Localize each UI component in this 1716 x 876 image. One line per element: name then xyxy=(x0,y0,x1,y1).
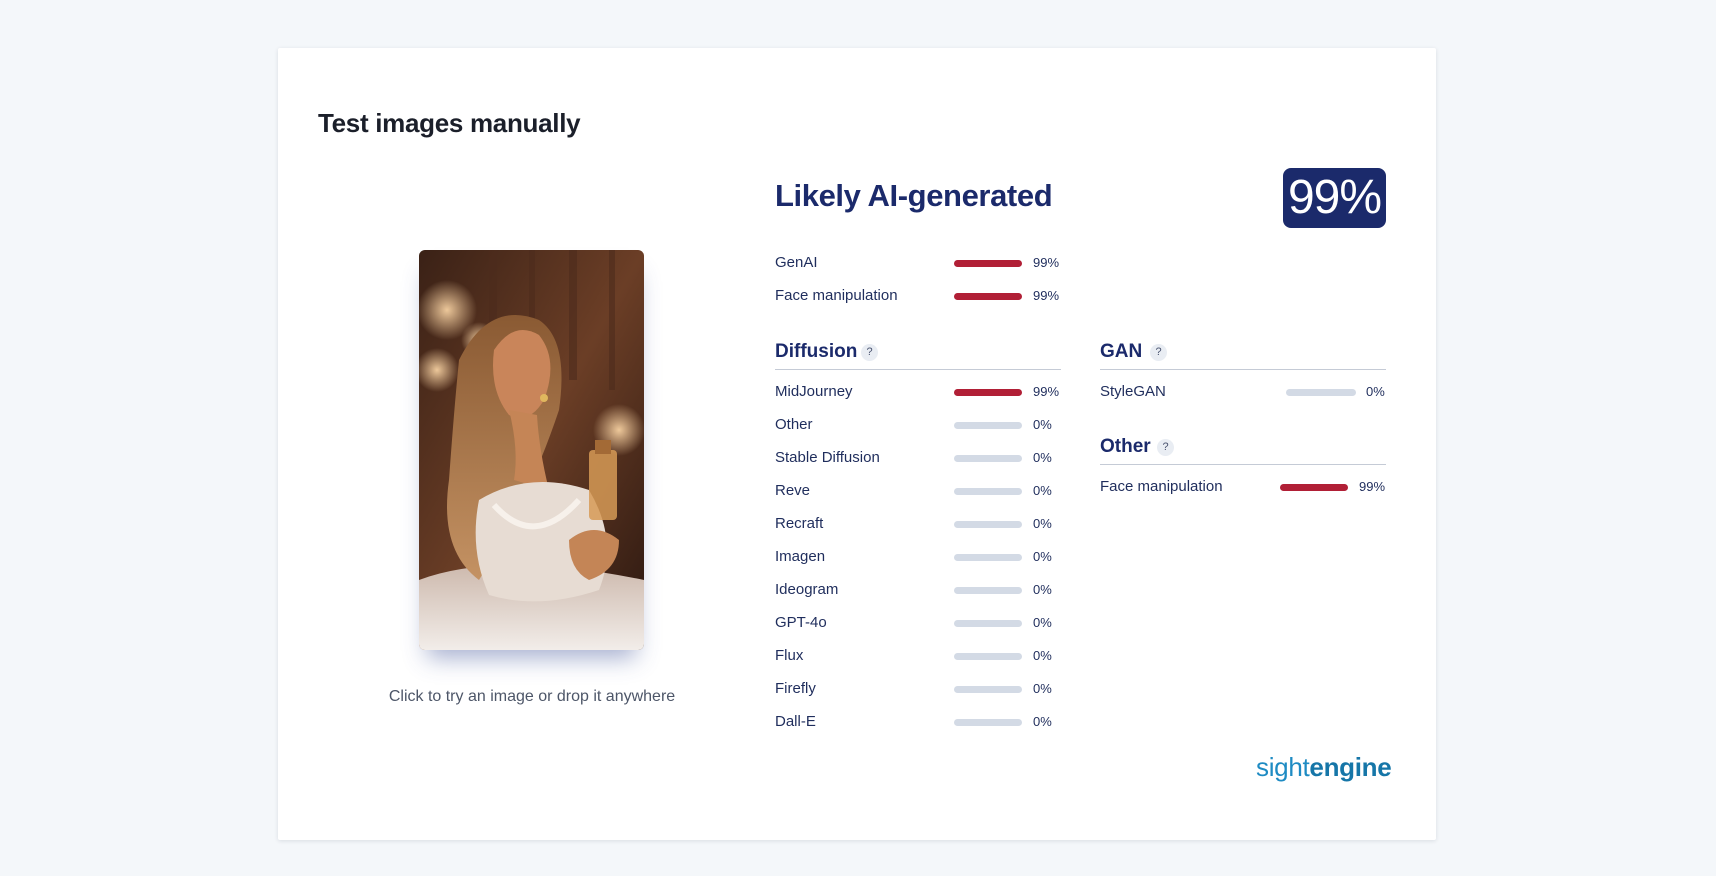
summary-row-genai: GenAI 99% xyxy=(775,253,1069,273)
row-label: Face manipulation xyxy=(1100,478,1223,495)
score-bar xyxy=(1280,484,1348,491)
score-badge: 99% xyxy=(1283,168,1386,228)
score-bar xyxy=(954,653,1022,660)
diffusion-row: Imagen 0% xyxy=(775,547,1069,567)
gan-row: StyleGAN 0% xyxy=(1100,382,1386,402)
score-bar xyxy=(954,554,1022,561)
score-bar xyxy=(954,422,1022,429)
row-value: 0% xyxy=(1033,681,1052,696)
row-value: 99% xyxy=(1359,479,1386,494)
verdict-title: Likely AI-generated xyxy=(775,178,1053,213)
section-title: Other xyxy=(1100,436,1151,457)
score-bar xyxy=(954,389,1022,396)
page-title: Test images manually xyxy=(318,108,581,138)
row-label: StyleGAN xyxy=(1100,383,1166,400)
row-label: Recraft xyxy=(775,515,824,532)
diffusion-row: Other 0% xyxy=(775,415,1069,435)
diffusion-section-header: Diffusion ? xyxy=(775,341,1061,370)
row-value: 0% xyxy=(1033,714,1052,729)
score-bar xyxy=(1286,389,1356,396)
row-label: GenAI xyxy=(775,254,818,271)
image-thumbnail xyxy=(419,250,644,650)
help-icon[interactable]: ? xyxy=(861,344,878,361)
row-value: 99% xyxy=(1033,288,1060,303)
score-bar xyxy=(954,260,1022,267)
row-value: 0% xyxy=(1366,384,1385,399)
score-bar xyxy=(954,455,1022,462)
row-value: 99% xyxy=(1033,384,1060,399)
diffusion-row: MidJourney 99% xyxy=(775,382,1069,402)
row-value: 0% xyxy=(1033,483,1052,498)
sightengine-logo[interactable]: sightengine xyxy=(1256,752,1392,783)
diffusion-row: Reve 0% xyxy=(775,481,1069,501)
other-section-header: Other ? xyxy=(1100,436,1386,465)
score-bar xyxy=(954,488,1022,495)
diffusion-row: Firefly 0% xyxy=(775,679,1069,699)
test-images-card: Test images manually Click to try an ima… xyxy=(278,48,1436,840)
row-value: 99% xyxy=(1033,255,1060,270)
summary-row-face-manipulation: Face manipulation 99% xyxy=(775,286,1069,306)
score-bar xyxy=(954,719,1022,726)
score-bar xyxy=(954,521,1022,528)
row-label: GPT-4o xyxy=(775,614,827,631)
other-row: Face manipulation 99% xyxy=(1100,477,1386,497)
logo-part-engine: engine xyxy=(1309,752,1392,782)
row-value: 0% xyxy=(1033,648,1052,663)
diffusion-row: Ideogram 0% xyxy=(775,580,1069,600)
row-label: Ideogram xyxy=(775,581,839,598)
row-label: Firefly xyxy=(775,680,816,697)
diffusion-row: Recraft 0% xyxy=(775,514,1069,534)
row-value: 0% xyxy=(1033,516,1052,531)
row-value: 0% xyxy=(1033,582,1052,597)
section-title: GAN xyxy=(1100,341,1143,362)
row-label: Face manipulation xyxy=(775,287,898,304)
row-label: Reve xyxy=(775,482,811,499)
row-label: Imagen xyxy=(775,548,826,565)
diffusion-row: Flux 0% xyxy=(775,646,1069,666)
help-icon[interactable]: ? xyxy=(1157,439,1174,456)
logo-part-sight: sight xyxy=(1256,752,1310,782)
row-value: 0% xyxy=(1033,450,1052,465)
gan-section-header: GAN ? xyxy=(1100,341,1386,370)
row-value: 0% xyxy=(1033,417,1052,432)
diffusion-row: Dall-E 0% xyxy=(775,712,1069,732)
row-label: Flux xyxy=(775,647,804,664)
diffusion-row: GPT-4o 0% xyxy=(775,613,1069,633)
score-bar xyxy=(954,293,1022,300)
section-title: Diffusion xyxy=(775,341,858,362)
row-value: 0% xyxy=(1033,615,1052,630)
score-bar xyxy=(954,686,1022,693)
row-label: Stable Diffusion xyxy=(775,449,880,466)
row-label: MidJourney xyxy=(775,383,853,400)
score-bar xyxy=(954,587,1022,594)
score-bar xyxy=(954,620,1022,627)
diffusion-row: Stable Diffusion 0% xyxy=(775,448,1069,468)
row-value: 0% xyxy=(1033,549,1052,564)
row-label: Other xyxy=(775,416,813,433)
help-icon[interactable]: ? xyxy=(1150,344,1167,361)
row-label: Dall-E xyxy=(775,713,816,730)
uploaded-image[interactable] xyxy=(419,250,644,650)
drop-hint[interactable]: Click to try an image or drop it anywher… xyxy=(318,688,746,706)
